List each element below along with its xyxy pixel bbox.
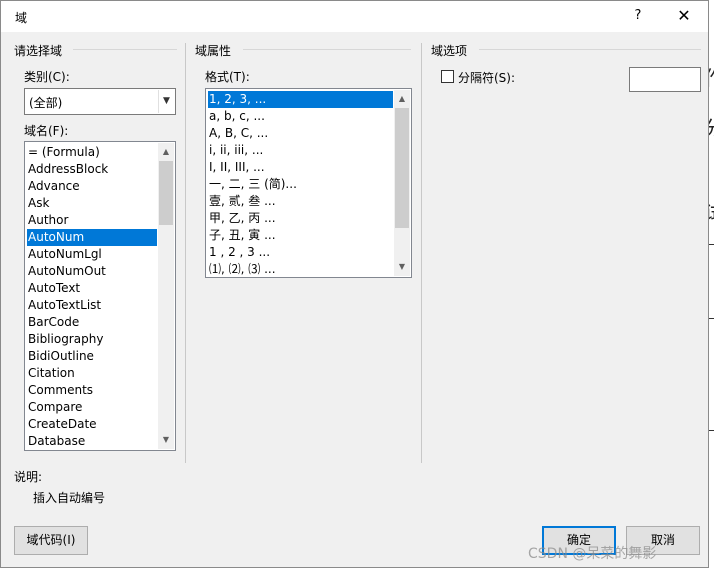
field-name-item[interactable]: AddressBlock [27,161,157,178]
format-item[interactable]: i, ii, iii, ... [208,142,393,159]
section-divider [73,49,177,50]
field-name-item[interactable]: Author [27,212,157,229]
help-button[interactable]: ? [623,3,653,29]
field-name-item[interactable]: CreateDate [27,416,157,433]
separator-label[interactable]: 分隔符(S): [458,69,515,86]
category-select[interactable]: (全部) ▼ [24,88,176,115]
field-name-item[interactable]: AutoNumOut [27,263,157,280]
category-label: 类别(C): [24,70,70,84]
field-name-item[interactable]: Database [27,433,157,450]
format-label: 格式(T): [205,70,250,84]
format-item[interactable]: A, B, C, ... [208,125,393,142]
scroll-down-icon[interactable]: ▼ [158,433,174,447]
field-name-item[interactable]: Ask [27,195,157,212]
format-item[interactable]: 壹, 贰, 叁 ... [208,193,393,210]
category-value: (全部) [29,96,63,110]
field-names-label: 域名(F): [24,124,69,138]
dialog-title: 域 [15,11,28,25]
field-name-item[interactable]: AutoNumLgl [27,246,157,263]
field-name-item[interactable]: AutoNum [27,229,157,246]
format-item[interactable]: 1 , 2 , 3 ... [208,244,393,261]
scroll-down-icon[interactable]: ▼ [394,260,410,274]
scroll-up-icon[interactable]: ▲ [158,145,174,159]
section-divider [243,49,411,50]
field-name-item[interactable]: BidiOutline [27,348,157,365]
separator-checkbox[interactable] [441,70,454,83]
format-item[interactable]: 甲, 乙, 丙 ... [208,210,393,227]
close-button[interactable]: ✕ [667,3,701,29]
scroll-thumb[interactable] [395,108,409,228]
scroll-thumb[interactable] [159,161,173,225]
panel-divider [421,43,422,463]
field-properties-section-title: 域属性 [195,44,232,58]
field-name-item[interactable]: = (Formula) [27,144,157,161]
field-names-list[interactable]: = (Formula) AddressBlock Advance Ask Author A… [24,141,176,451]
field-codes-button[interactable]: 域代码(I) [14,526,88,555]
field-names-scrollbar[interactable]: ▲ ▼ [158,143,174,449]
field-name-item[interactable]: Comments [27,382,157,399]
choose-field-section-title: 请选择域 [14,44,63,58]
format-item[interactable]: 1, 2, 3, ... [208,91,393,108]
format-item[interactable]: 子, 丑, 寅 ... [208,227,393,244]
chevron-down-icon[interactable]: ▼ [158,90,174,113]
description-label: 说明: [14,470,43,484]
description-text: 插入自动编号 [33,491,106,505]
field-name-item[interactable]: AutoText [27,280,157,297]
field-name-item[interactable]: AutoTextList [27,297,157,314]
field-name-item[interactable]: Compare [27,399,157,416]
field-name-item[interactable]: BarCode [27,314,157,331]
format-item[interactable]: 一, 二, 三 (简)... [208,176,393,193]
scroll-up-icon[interactable]: ▲ [394,92,410,106]
panel-divider [185,43,186,463]
section-divider [479,49,701,50]
field-name-item[interactable]: Advance [27,178,157,195]
field-name-item[interactable]: Bibliography [27,331,157,348]
field-options-section-title: 域选项 [431,44,468,58]
format-list[interactable]: 1, 2, 3, ... a, b, c, ... A, B, C, ... i, i… [205,88,412,278]
format-scrollbar[interactable]: ▲ ▼ [394,90,410,276]
title-bar: 域 ? ✕ [1,1,708,32]
field-dialog: 域 ? ✕ 请选择域 类别(C): (全部) ▼ 域名(F): = (Formu… [0,0,709,568]
watermark: CSDN @呆菜的舞影 [528,546,657,562]
separator-input[interactable] [629,67,701,92]
field-name-item[interactable]: Citation [27,365,157,382]
format-item[interactable]: I, II, III, ... [208,159,393,176]
format-item[interactable]: ⑴, ⑵, ⑶ ... [208,261,393,277]
format-item[interactable]: a, b, c, ... [208,108,393,125]
